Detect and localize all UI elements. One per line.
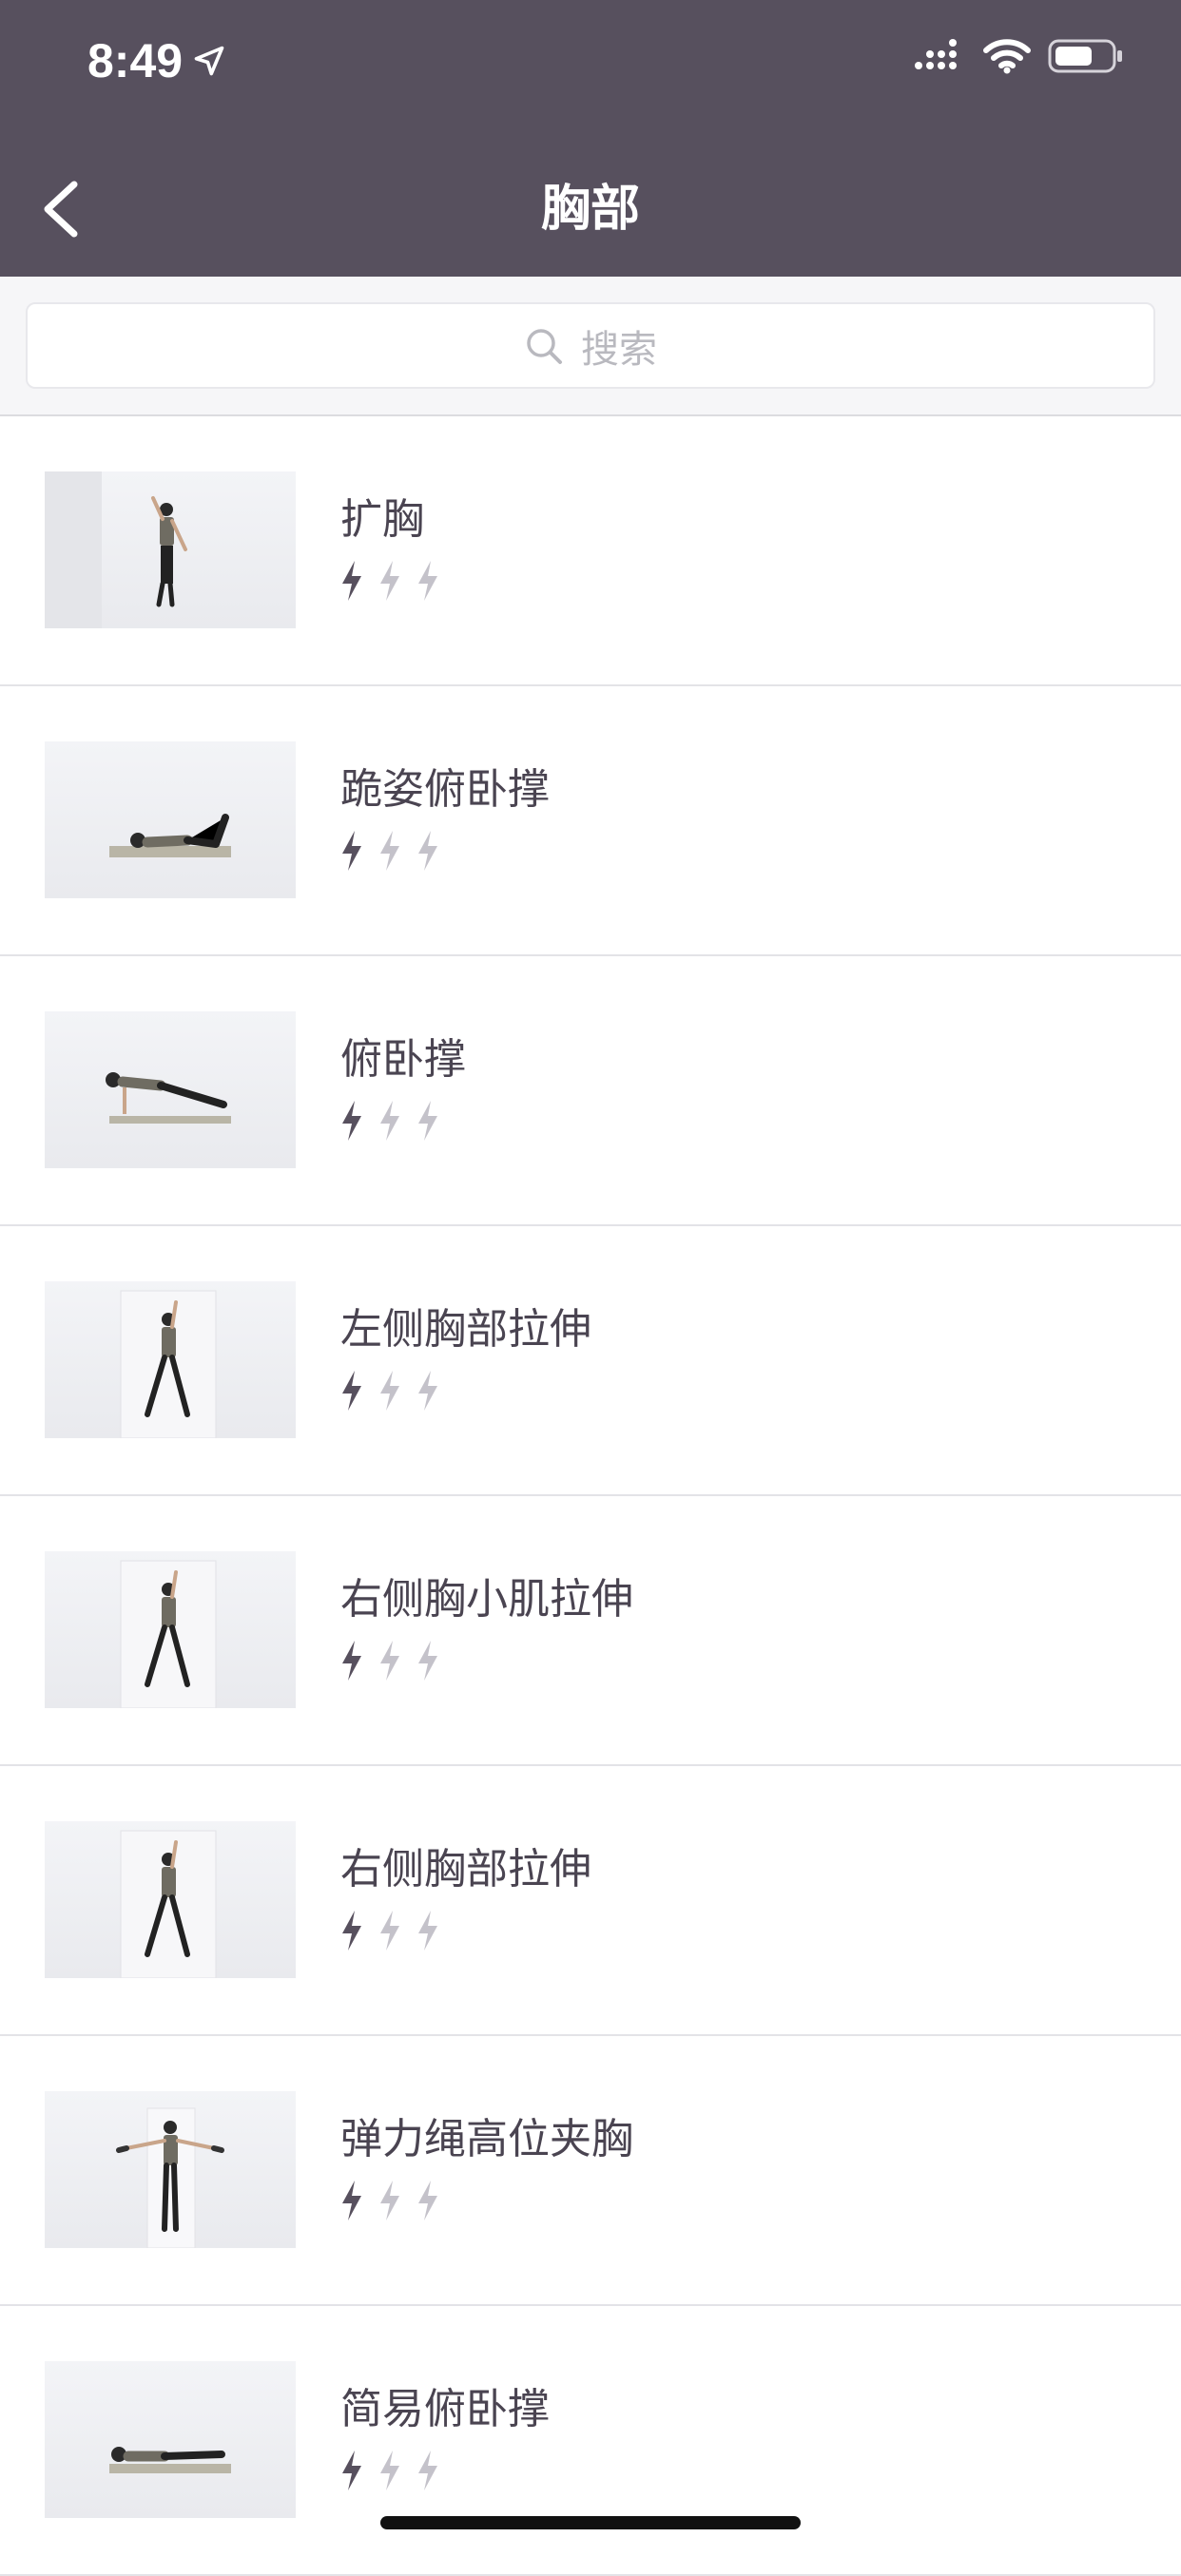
lightning-bolt-icon	[380, 1641, 399, 1681]
exercise-thumbnail	[45, 1281, 296, 1438]
lightning-bolt-icon	[418, 1641, 437, 1681]
home-indicator	[380, 2516, 801, 2529]
search-bar: 搜索	[0, 277, 1181, 416]
lightning-bolt-icon	[380, 1101, 399, 1141]
difficulty-rating	[339, 829, 441, 873]
difficulty-rating	[339, 1369, 441, 1413]
status-bar-time: 8:49	[87, 32, 226, 89]
lightning-bolt-icon	[418, 2181, 437, 2220]
lightning-bolt-icon	[418, 1911, 437, 1951]
lightning-bolt-icon	[342, 2451, 361, 2490]
exercise-thumbnail	[45, 1551, 296, 1708]
lightning-bolt-icon	[418, 1101, 437, 1141]
exercise-thumbnail	[45, 471, 296, 628]
lightning-bolt-icon	[342, 1101, 361, 1141]
status-icons	[913, 38, 1124, 74]
exercise-name: 右侧胸小肌拉伸	[340, 1575, 633, 1624]
exercise-row[interactable]: 右侧胸小肌拉伸	[0, 1496, 1181, 1766]
difficulty-rating	[339, 1099, 441, 1143]
exercise-name: 跪姿俯卧撑	[340, 765, 550, 814]
exercise-name: 俯卧撑	[340, 1035, 466, 1084]
search-icon	[527, 328, 562, 364]
exercise-row[interactable]: 右侧胸部拉伸	[0, 1766, 1181, 2036]
lightning-bolt-icon	[380, 831, 399, 871]
lightning-bolt-icon	[342, 831, 361, 871]
cellular-signal-icon	[915, 39, 957, 69]
exercise-list: 扩胸跪姿俯卧撑俯卧撑左侧胸部拉伸 右侧胸小肌拉伸 右侧胸部拉伸 弹力绳高位夹胸 简易俯卧…	[0, 416, 1181, 2576]
difficulty-rating	[339, 1639, 441, 1682]
lightning-bolt-icon	[342, 1641, 361, 1681]
exercise-row[interactable]: 弹力绳高位夹胸	[0, 2036, 1181, 2306]
exercise-row[interactable]: 俯卧撑	[0, 956, 1181, 1226]
lightning-bolt-icon	[418, 1371, 437, 1411]
exercise-row[interactable]: 跪姿俯卧撑	[0, 686, 1181, 956]
difficulty-rating	[339, 2179, 441, 2222]
exercise-row[interactable]: 简易俯卧撑	[0, 2306, 1181, 2576]
lightning-bolt-icon	[380, 561, 399, 601]
nav-header: 8:49 胸部	[0, 0, 1181, 277]
difficulty-rating	[339, 559, 441, 603]
exercise-thumbnail	[45, 1011, 296, 1168]
difficulty-rating	[339, 1909, 441, 1952]
exercise-name: 简易俯卧撑	[340, 2385, 550, 2433]
exercise-name: 左侧胸部拉伸	[340, 1305, 591, 1354]
lightning-bolt-icon	[418, 561, 437, 601]
exercise-name: 弹力绳高位夹胸	[340, 2115, 633, 2163]
lightning-bolt-icon	[380, 2181, 399, 2220]
exercise-name: 右侧胸部拉伸	[340, 1845, 591, 1894]
lightning-bolt-icon	[342, 2181, 361, 2220]
search-input[interactable]: 搜索	[26, 302, 1155, 389]
lightning-bolt-icon	[380, 1911, 399, 1951]
difficulty-rating	[339, 2449, 441, 2492]
location-arrow-icon	[194, 46, 224, 76]
battery-icon	[1048, 39, 1122, 73]
lightning-bolt-icon	[418, 2451, 437, 2490]
search-placeholder: 搜索	[581, 327, 657, 372]
lightning-bolt-icon	[342, 561, 361, 601]
lightning-bolt-icon	[342, 1911, 361, 1951]
wifi-icon	[983, 39, 1031, 74]
lightning-bolt-icon	[380, 2451, 399, 2490]
page-title: 胸部	[540, 181, 640, 238]
lightning-bolt-icon	[380, 1371, 399, 1411]
exercise-thumbnail	[45, 741, 296, 898]
exercise-thumbnail	[45, 2091, 296, 2248]
exercise-row[interactable]: 扩胸	[0, 416, 1181, 686]
exercise-thumbnail	[45, 2361, 296, 2518]
status-time-text: 8:49	[87, 34, 184, 87]
exercise-name: 扩胸	[340, 495, 424, 544]
lightning-bolt-icon	[418, 831, 437, 871]
exercise-row[interactable]: 左侧胸部拉伸	[0, 1226, 1181, 1496]
lightning-bolt-icon	[342, 1371, 361, 1411]
exercise-thumbnail	[45, 1821, 296, 1978]
